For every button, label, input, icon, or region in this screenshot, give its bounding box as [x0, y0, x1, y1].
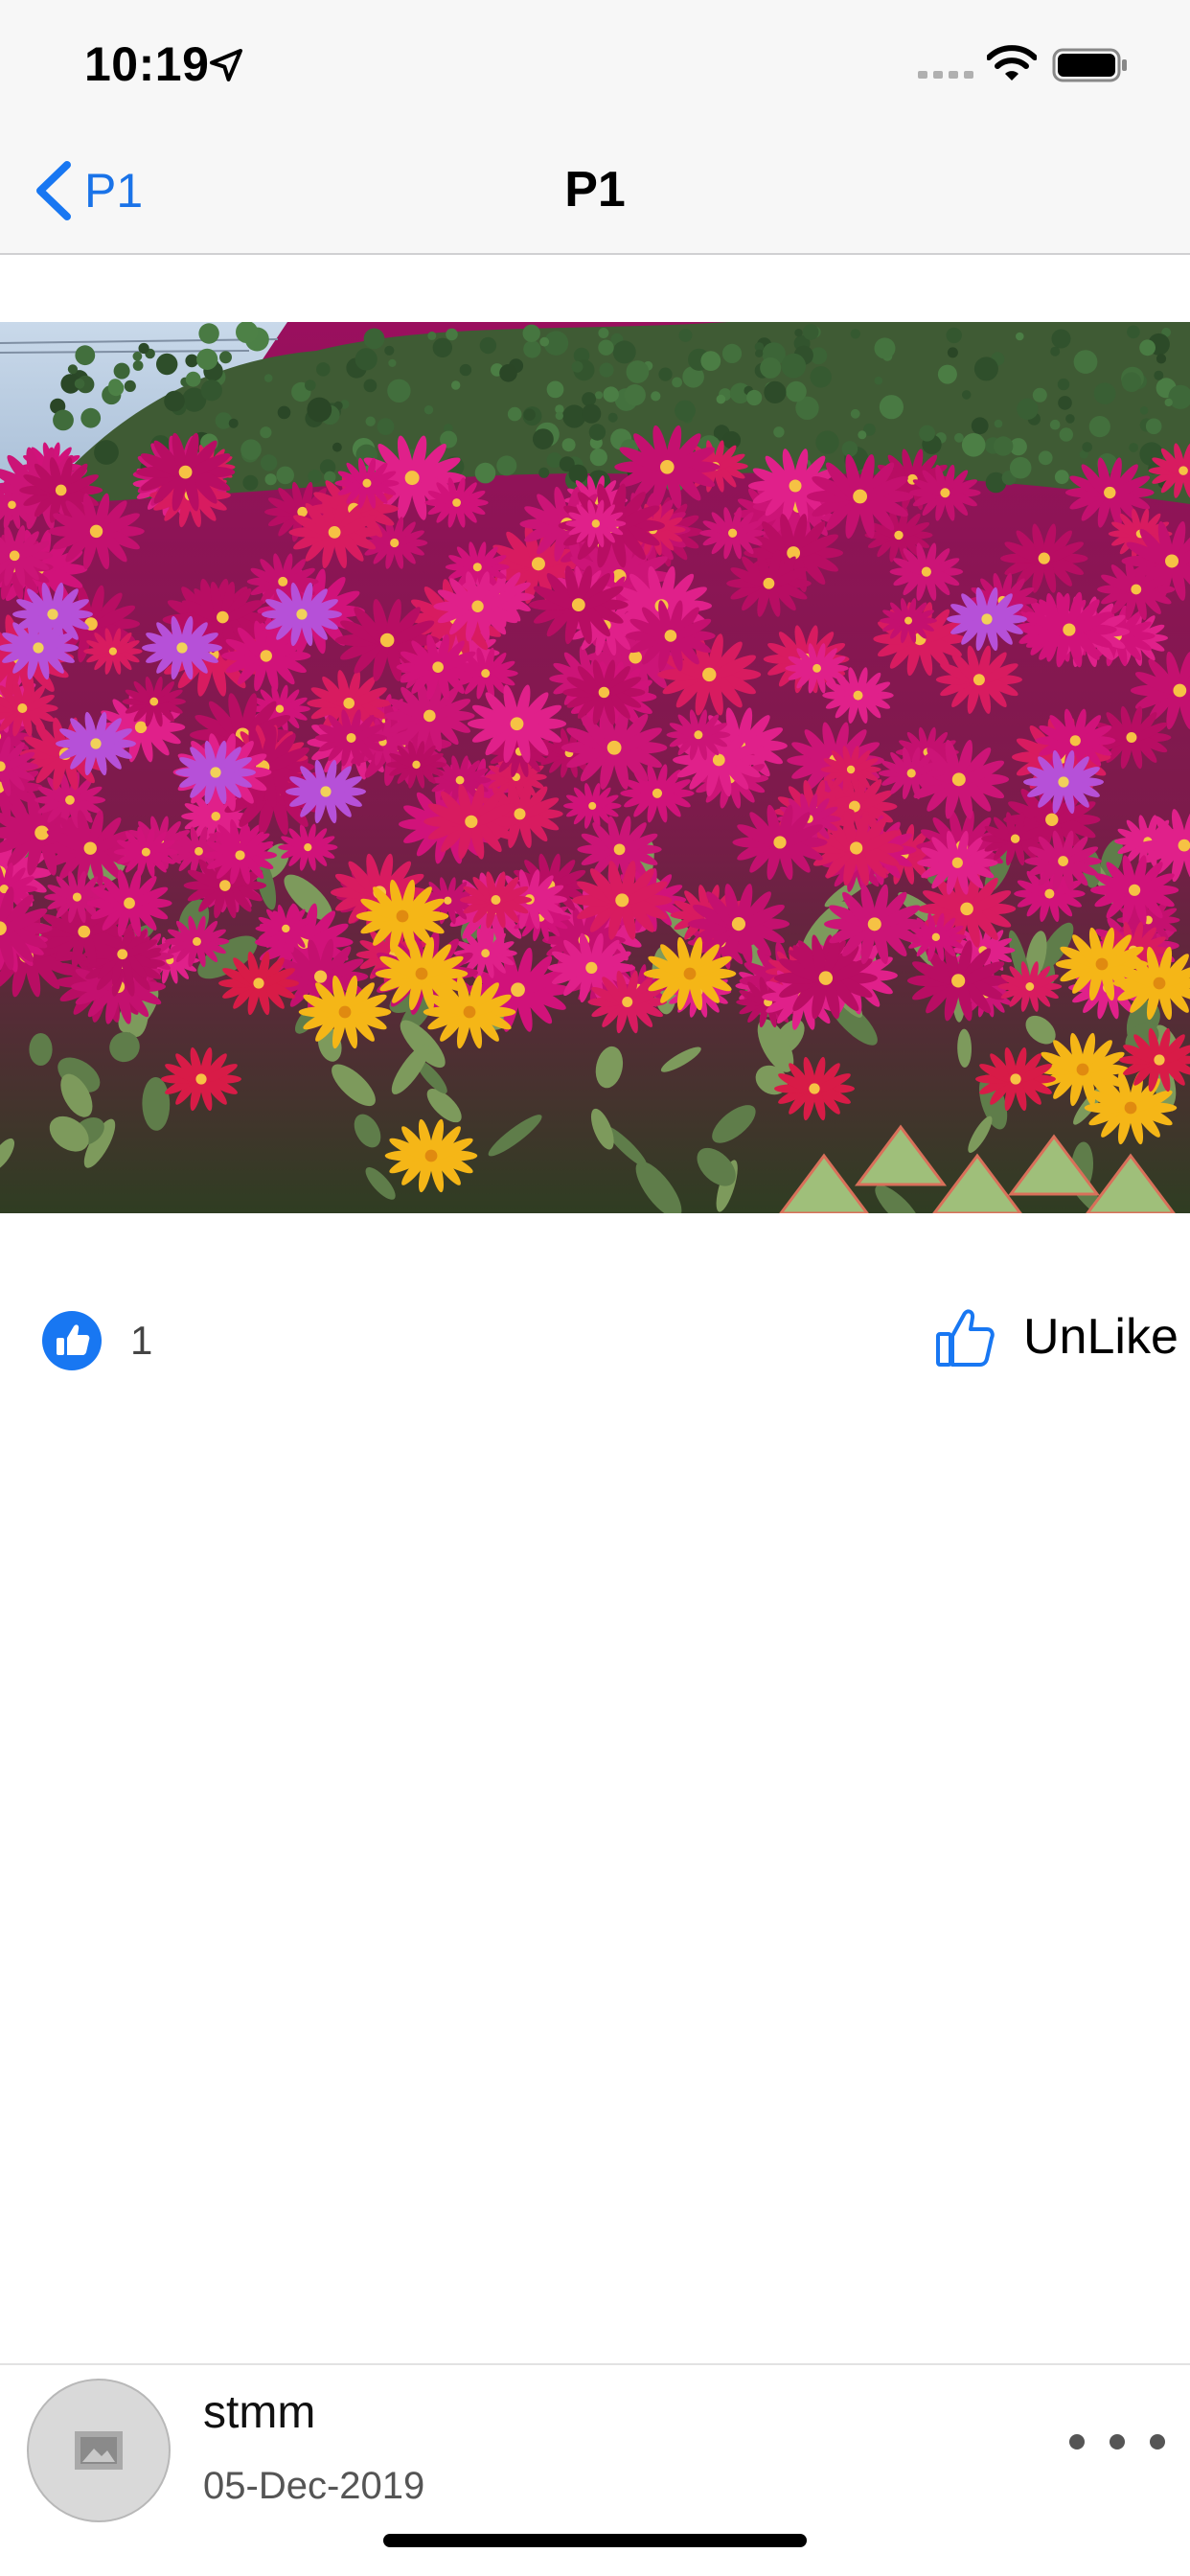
- author-name[interactable]: stmm: [203, 2386, 315, 2439]
- screen: 10:19 P1 P1 1 UnLike stmm 05-Dec-2019: [0, 0, 1190, 2576]
- home-indicator[interactable]: [383, 2534, 807, 2547]
- location-arrow-icon: [210, 49, 242, 81]
- flower-field-image: [0, 322, 1190, 1213]
- post-photo[interactable]: [0, 322, 1190, 1213]
- page-title: P1: [564, 162, 626, 218]
- avatar[interactable]: [27, 2379, 171, 2522]
- post-date: 05-Dec-2019: [203, 2465, 425, 2507]
- thumbs-up-filled-icon: [42, 1311, 102, 1370]
- ellipsis-icon: [1069, 2434, 1085, 2450]
- ellipsis-icon: [1150, 2434, 1165, 2450]
- like-summary: 1: [42, 1311, 152, 1370]
- cellular-signal-icon: [918, 71, 973, 79]
- battery-icon: [1052, 48, 1127, 82]
- like-count: 1: [130, 1318, 153, 1363]
- unlike-button-label: UnLike: [1023, 1309, 1179, 1365]
- wifi-icon: [987, 45, 1037, 80]
- ellipsis-icon: [1110, 2434, 1125, 2450]
- unlike-button[interactable]: UnLike: [935, 1305, 1179, 1368]
- status-time: 10:19: [84, 37, 210, 91]
- more-options-button[interactable]: [1069, 2423, 1165, 2461]
- navigation-bar: 10:19 P1 P1: [0, 0, 1190, 255]
- image-placeholder-icon: [75, 2431, 123, 2470]
- thumbs-up-outline-icon: [936, 1309, 995, 1367]
